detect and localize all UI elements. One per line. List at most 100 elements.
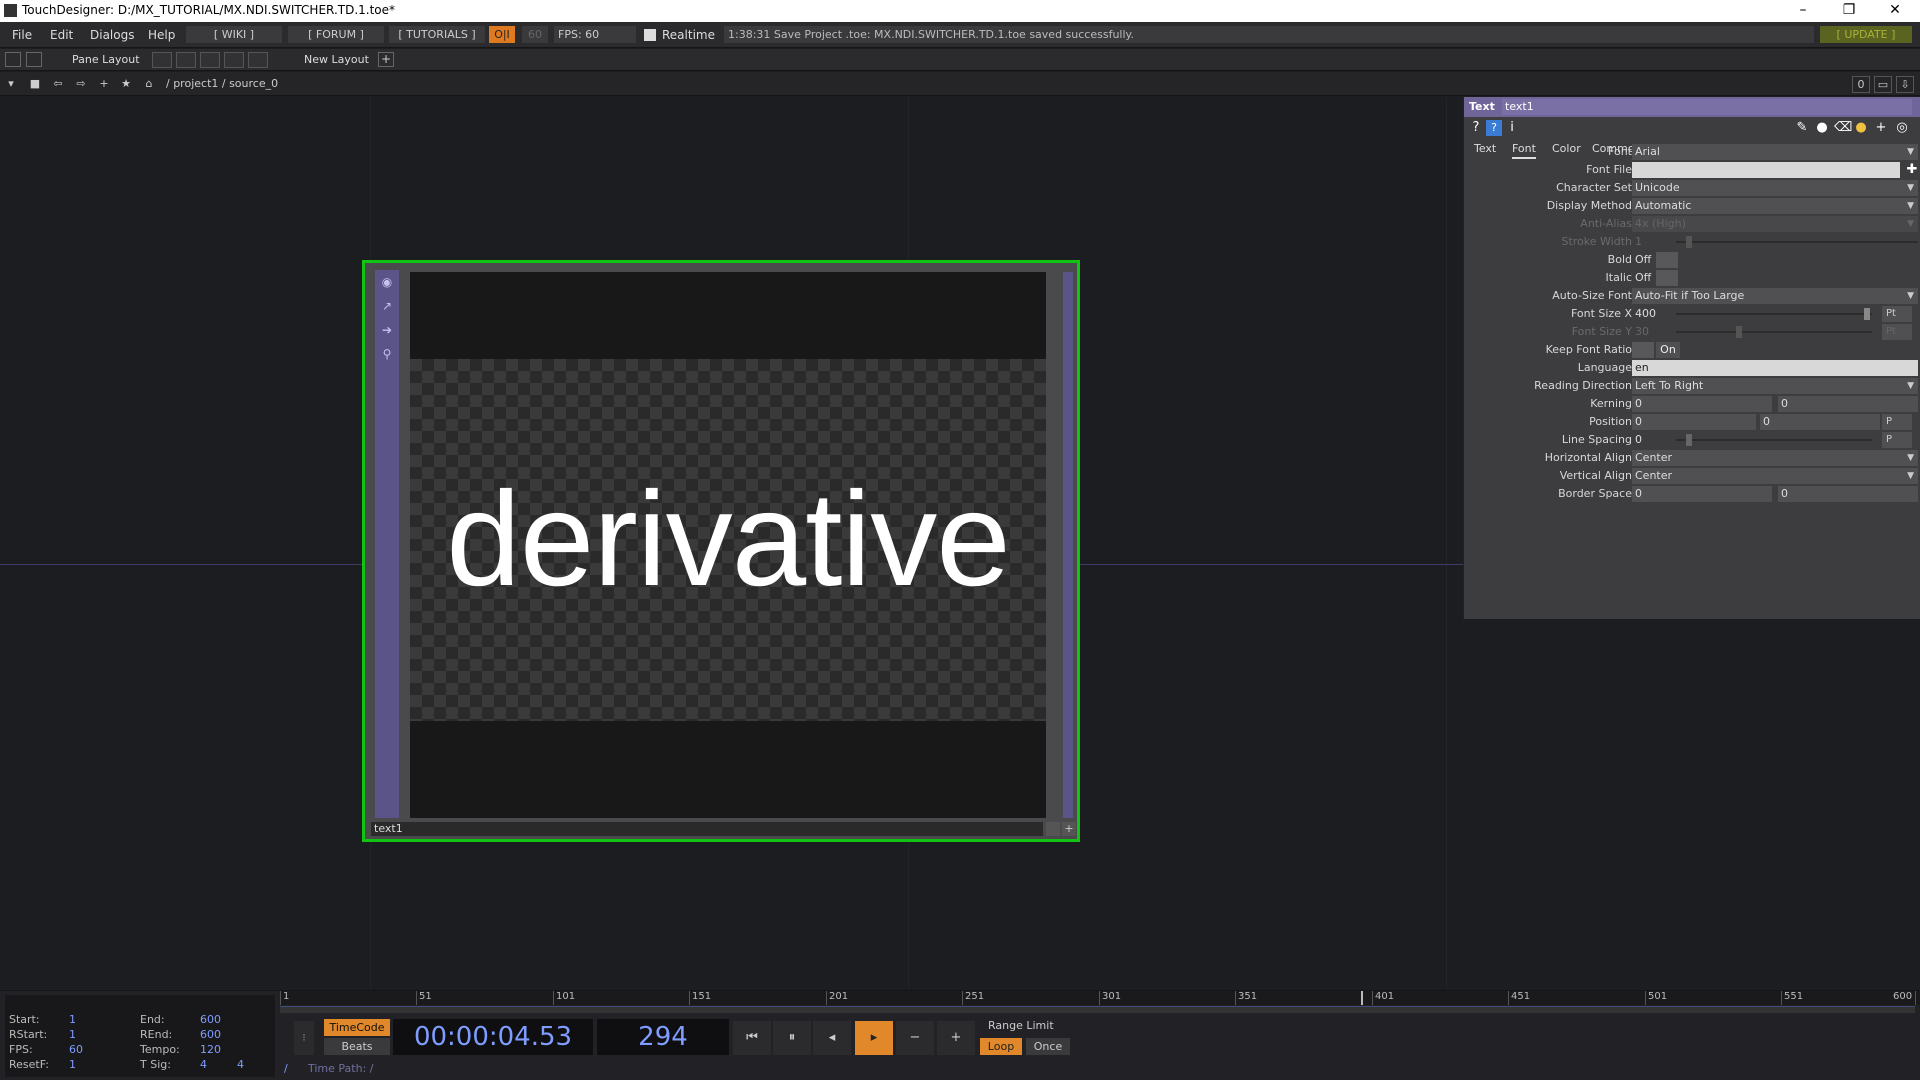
position-x-field[interactable]: 0 bbox=[1632, 414, 1756, 430]
layout-four[interactable] bbox=[248, 52, 268, 68]
layout-split-v[interactable] bbox=[176, 52, 196, 68]
node-add-icon[interactable]: + bbox=[1062, 822, 1076, 836]
font-size-x-unit[interactable]: Pt bbox=[1882, 306, 1912, 322]
info-icon[interactable]: i bbox=[1504, 120, 1520, 136]
tsig-b-value[interactable]: 4 bbox=[237, 1058, 244, 1071]
dropdown-icon[interactable]: ▾ bbox=[3, 76, 19, 91]
charset-dropdown[interactable]: Unicode ▼ bbox=[1632, 180, 1918, 196]
keep-ratio-toggle[interactable] bbox=[1632, 342, 1654, 358]
maximize-pane-icon[interactable]: ▭ bbox=[1874, 76, 1892, 93]
auto-size-dropdown[interactable]: Auto-Fit if Too Large ▼ bbox=[1632, 288, 1918, 304]
font-dropdown[interactable]: Arial ▼ bbox=[1632, 144, 1918, 160]
step-minus-icon[interactable]: − bbox=[896, 1021, 934, 1055]
font-file-field[interactable] bbox=[1632, 162, 1900, 178]
layout-split-h[interactable] bbox=[200, 52, 220, 68]
text-top-node[interactable]: ◉ ↗ ➔ ⚲ derivative text1 + bbox=[362, 260, 1080, 842]
rstart-value[interactable]: 1 bbox=[69, 1028, 76, 1041]
font-size-y-unit[interactable]: Pt bbox=[1882, 324, 1912, 340]
viewer-active-icon[interactable]: ◉ bbox=[379, 274, 395, 290]
anti-alias-dropdown[interactable]: 4x (High) ▼ bbox=[1632, 216, 1918, 232]
border-space-x-field[interactable]: 0 bbox=[1632, 486, 1772, 502]
once-button[interactable]: Once bbox=[1026, 1038, 1070, 1055]
python-help-icon[interactable]: ? bbox=[1486, 120, 1502, 136]
back-icon[interactable]: ⇦ bbox=[50, 76, 66, 91]
beats-mode-button[interactable]: Beats bbox=[324, 1038, 390, 1055]
menu-file[interactable]: File bbox=[12, 28, 32, 42]
python-icon[interactable]: ● bbox=[1853, 120, 1869, 136]
tutorials-button[interactable]: [ TUTORIALS ] bbox=[389, 26, 485, 43]
node-viewer-toggle[interactable] bbox=[1046, 822, 1060, 836]
layout-three[interactable] bbox=[224, 52, 244, 68]
add-layout-button[interactable]: + bbox=[378, 52, 394, 67]
realtime-checkbox[interactable] bbox=[644, 29, 656, 41]
loop-button[interactable]: Loop bbox=[980, 1038, 1022, 1055]
reading-direction-dropdown[interactable]: Left To Right ▼ bbox=[1632, 378, 1918, 394]
browse-plus-icon[interactable]: ✚ bbox=[1904, 162, 1920, 178]
bold-toggle[interactable]: Off bbox=[1632, 252, 1678, 268]
bypass-icon[interactable]: ↗ bbox=[379, 298, 395, 314]
kerning-x-field[interactable]: 0 bbox=[1632, 396, 1772, 412]
breadcrumb[interactable]: / project1 / source_0 bbox=[166, 77, 278, 90]
home-icon[interactable]: ⌂ bbox=[141, 76, 157, 91]
stop-icon[interactable]: ■ bbox=[27, 76, 43, 91]
tempo-value[interactable]: 120 bbox=[200, 1043, 221, 1056]
position-y-field[interactable]: 0 bbox=[1760, 414, 1880, 430]
import-icon[interactable]: ⇩ bbox=[1896, 76, 1914, 93]
edit-pencil-icon[interactable]: ✎ bbox=[1794, 120, 1810, 136]
lock-icon[interactable]: ⚲ bbox=[379, 346, 395, 362]
slider-knob[interactable] bbox=[1686, 236, 1692, 248]
network-icon[interactable] bbox=[26, 52, 42, 67]
close-button[interactable]: ✕ bbox=[1872, 0, 1918, 22]
add-icon[interactable]: + bbox=[96, 76, 112, 91]
start-value[interactable]: 1 bbox=[69, 1013, 76, 1026]
timeline-ruler[interactable]: 1 51 101 151 201 251 301 351 401 451 501 551 600 bbox=[280, 991, 1920, 1005]
bookmark-star-icon[interactable]: ★ bbox=[118, 76, 134, 91]
tsig-a-value[interactable]: 4 bbox=[200, 1058, 207, 1071]
comment-icon[interactable]: ● bbox=[1814, 120, 1830, 136]
font-size-y-field[interactable]: 30 bbox=[1632, 324, 1672, 340]
fps-cap-field[interactable]: 60 bbox=[522, 26, 548, 43]
font-size-x-slider[interactable] bbox=[1676, 313, 1872, 315]
minimize-button[interactable]: – bbox=[1780, 0, 1826, 22]
playhead[interactable] bbox=[1361, 991, 1363, 1005]
node-viewer[interactable]: derivative bbox=[410, 272, 1046, 818]
display-method-dropdown[interactable]: Automatic ▼ bbox=[1632, 198, 1918, 214]
forum-button[interactable]: [ FORUM ] bbox=[288, 26, 384, 43]
end-value[interactable]: 600 bbox=[200, 1013, 221, 1026]
border-space-y-field[interactable]: 0 bbox=[1778, 486, 1918, 502]
fps-value[interactable]: 60 bbox=[69, 1043, 83, 1056]
script-icon[interactable]: ⌫ bbox=[1834, 120, 1852, 136]
language-field[interactable]: en bbox=[1632, 360, 1918, 376]
line-spacing-field[interactable]: 0 bbox=[1632, 432, 1672, 448]
resetf-value[interactable]: 1 bbox=[69, 1058, 76, 1071]
menu-edit[interactable]: Edit bbox=[50, 28, 73, 42]
frame-display[interactable]: 294 bbox=[597, 1019, 729, 1055]
node-scrollbar[interactable] bbox=[1063, 272, 1073, 818]
step-back-icon[interactable]: ◂ bbox=[813, 1021, 851, 1055]
stroke-width-slider[interactable] bbox=[1676, 241, 1918, 243]
timeline-range-bar[interactable] bbox=[280, 1006, 1915, 1013]
update-button[interactable]: [ UPDATE ] bbox=[1820, 26, 1912, 43]
pause-icon[interactable]: ⏸ bbox=[773, 1021, 811, 1055]
slider-knob[interactable] bbox=[1686, 434, 1692, 446]
rewind-icon[interactable]: ⏮ bbox=[733, 1021, 771, 1055]
target-icon[interactable]: ◎ bbox=[1894, 120, 1910, 136]
timecode-mode-button[interactable]: TimeCode bbox=[324, 1019, 390, 1036]
display-flag-icon[interactable]: ➔ bbox=[379, 322, 395, 338]
font-size-x-field[interactable]: 400 bbox=[1632, 306, 1672, 322]
restore-button[interactable]: ❐ bbox=[1826, 0, 1872, 22]
slider-knob[interactable] bbox=[1736, 326, 1742, 338]
italic-toggle[interactable]: Off bbox=[1632, 270, 1678, 286]
forward-icon[interactable]: ⇨ bbox=[73, 76, 89, 91]
menu-help[interactable]: Help bbox=[148, 28, 175, 42]
rend-value[interactable]: 600 bbox=[200, 1028, 221, 1041]
position-unit[interactable]: P bbox=[1882, 414, 1912, 430]
perf-monitor-button[interactable]: O|I bbox=[489, 26, 515, 43]
kerning-y-field[interactable]: 0 bbox=[1778, 396, 1918, 412]
font-size-y-slider[interactable] bbox=[1676, 331, 1872, 333]
timeline-menu-icon[interactable]: ⁝ bbox=[294, 1021, 314, 1055]
add-parameter-icon[interactable]: + bbox=[1873, 120, 1889, 136]
op-name-field[interactable]: text1 bbox=[1502, 99, 1912, 115]
v-align-dropdown[interactable]: Center ▼ bbox=[1632, 468, 1918, 484]
stroke-width-field[interactable]: 1 bbox=[1632, 234, 1672, 250]
